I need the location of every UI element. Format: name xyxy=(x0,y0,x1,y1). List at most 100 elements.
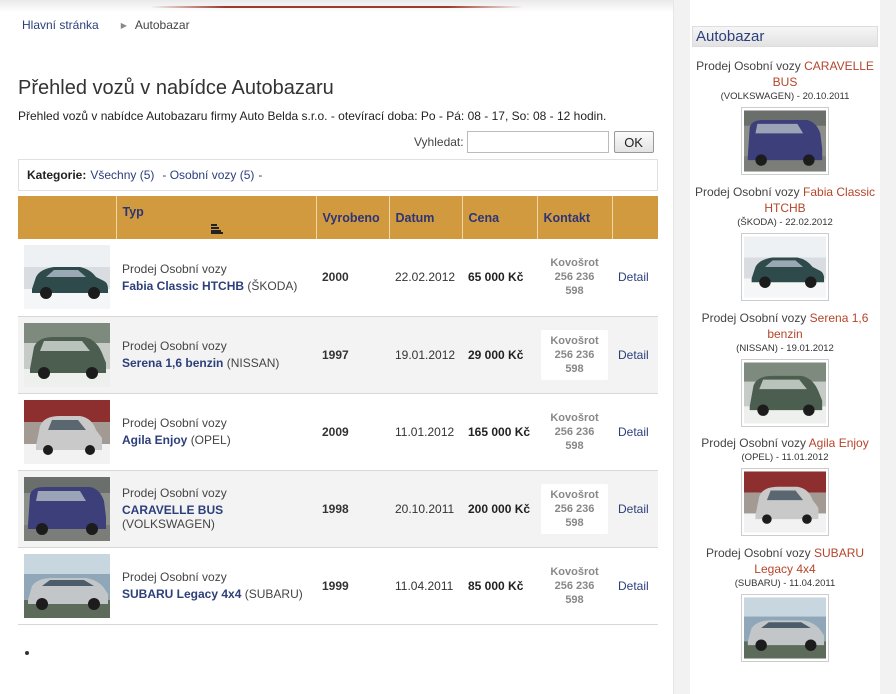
breadcrumb-home-link[interactable]: Hlavní stránka xyxy=(22,18,99,32)
row-year: 2009 xyxy=(322,424,349,439)
row-contact-name: Kovošrot xyxy=(550,411,599,424)
list-bullet xyxy=(25,651,29,655)
row-detail-link[interactable]: Detail xyxy=(618,270,649,284)
sidebar-item-meta: (OPEL) - 11.01.2012 xyxy=(741,452,829,463)
car-photo-subaru[interactable] xyxy=(24,554,110,618)
cars-table: Typ Vyrobeno Datum Cena Kontakt Prodej O… xyxy=(18,196,658,625)
sidebar-photo-fabia[interactable] xyxy=(741,233,829,301)
row-car-brand: (NISSAN) xyxy=(226,356,280,370)
row-type-prefix: Prodej Osobní vozy xyxy=(122,416,227,430)
sidebar-item: Prodej Osobní vozy Fabia Classic HTCHB (… xyxy=(690,184,880,301)
car-photo-fabia[interactable] xyxy=(24,245,110,309)
table-row: Prodej Osobní vozy CARAVELLE BUS (VOLKSWA… xyxy=(18,470,658,547)
row-date: 11.04.2011 xyxy=(395,578,454,593)
sort-icon[interactable] xyxy=(210,224,223,234)
row-price: 85 000 Kč xyxy=(468,578,524,593)
sidebar-item: Prodej Osobní vozy Agila Enjoy (OPEL) - … xyxy=(690,435,880,536)
row-contact-phone: 256 236 598 xyxy=(554,579,595,606)
row-contact: Kovošrot 256 236 598 xyxy=(541,483,608,534)
row-car-brand: (SUBARU) xyxy=(244,587,303,601)
row-car-brand: (OPEL) xyxy=(190,433,231,447)
row-car-name-link[interactable]: Agila Enjoy xyxy=(122,433,187,447)
category-dash: - xyxy=(258,168,263,182)
row-year: 1997 xyxy=(322,347,349,362)
row-car-name-link[interactable]: CARAVELLE BUS xyxy=(122,503,223,517)
row-type-prefix: Prodej Osobní vozy xyxy=(122,339,227,353)
row-year: 1999 xyxy=(322,578,349,593)
row-date: 19.01.2012 xyxy=(395,347,456,362)
row-year: 2000 xyxy=(322,270,349,285)
category-all-link[interactable]: Všechny (5) xyxy=(90,168,154,182)
row-car-brand: (ŠKODA) xyxy=(247,278,298,293)
col-detail-header xyxy=(612,196,658,239)
main-content: Hlavní stránka ▶ Autobazar Přehled vozů … xyxy=(0,0,673,694)
row-car-name-link[interactable]: SUBARU Legacy 4x4 xyxy=(122,587,241,601)
row-detail-link[interactable]: Detail xyxy=(618,425,649,439)
row-date: 22.02.2012 xyxy=(395,270,456,285)
col-contact-header[interactable]: Kontakt xyxy=(537,196,613,239)
category-personal-link[interactable]: - Osobní vozy (5) xyxy=(162,168,254,182)
breadcrumb: Hlavní stránka ▶ Autobazar xyxy=(22,18,190,32)
sidebar-item-meta: (NISSAN) - 19.01.2012 xyxy=(736,343,834,354)
row-detail-link[interactable]: Detail xyxy=(618,348,649,362)
sidebar-item-prefix: Prodej Osobní vozy xyxy=(694,185,800,199)
breadcrumb-current: Autobazar xyxy=(134,18,190,32)
col-typ-label: Typ xyxy=(122,205,144,219)
row-price: 200 000 Kč xyxy=(468,501,531,516)
sidebar-title: Autobazar xyxy=(692,26,878,47)
row-year: 1998 xyxy=(322,501,349,516)
row-contact: Kovošrot 256 236 598 xyxy=(541,252,608,302)
top-decoration xyxy=(0,0,673,12)
breadcrumb-arrow-icon: ▶ xyxy=(120,20,127,30)
sidebar-item-prefix: Prodej Osobní vozy xyxy=(701,311,807,325)
search-ok-button[interactable]: OK xyxy=(613,131,654,153)
sidebar-photo-serena[interactable] xyxy=(741,359,829,427)
col-year-header[interactable]: Vyrobeno xyxy=(316,196,390,239)
row-price: 65 000 Kč xyxy=(468,270,524,285)
category-filter: Kategorie: Všechny (5) - Osobní vozy (5)… xyxy=(18,159,658,191)
car-photo-agila[interactable] xyxy=(24,400,110,464)
row-contact-name: Kovošrot xyxy=(550,488,599,501)
row-detail-link[interactable]: Detail xyxy=(618,502,649,516)
row-date: 11.01.2012 xyxy=(395,424,455,439)
col-date-header[interactable]: Datum xyxy=(389,196,463,239)
col-typ-header[interactable]: Typ xyxy=(116,196,317,239)
row-car-brand: (VOLKSWAGEN) xyxy=(122,517,215,531)
col-price-header[interactable]: Cena xyxy=(462,196,538,239)
row-contact: Kovošrot 256 236 598 xyxy=(541,561,608,611)
row-contact-name: Kovošrot xyxy=(550,257,599,270)
row-type-prefix: Prodej Osobní vozy xyxy=(122,486,227,500)
table-row: Prodej Osobní vozy Serena 1,6 benzin (NIS… xyxy=(18,316,658,393)
sidebar-photo-caravelle[interactable] xyxy=(741,107,829,175)
sidebar-photo-agila[interactable] xyxy=(741,468,829,536)
table-row: Prodej Osobní vozy Fabia Classic HTCHB (Š… xyxy=(18,239,658,316)
search-input[interactable] xyxy=(466,131,609,153)
car-photo-serena[interactable] xyxy=(24,323,110,387)
col-image xyxy=(18,196,117,239)
sidebar-item-meta: (SUBARU) - 11.04.2011 xyxy=(734,578,836,589)
row-date: 20.10.2011 xyxy=(395,501,455,516)
sidebar-item: Prodej Osobní vozy Serena 1,6 benzin (NI… xyxy=(690,310,880,427)
sidebar-item: Prodej Osobní vozy SUBARU Legacy 4x4 (SU… xyxy=(690,545,880,662)
row-car-name-link[interactable]: Fabia Classic HTCHB xyxy=(122,279,244,293)
row-price: 165 000 Kč xyxy=(468,424,531,439)
row-contact-phone: 256 236 598 xyxy=(554,425,595,452)
sidebar-item-meta: (VOLKSWAGEN) - 20.10.2011 xyxy=(720,91,850,102)
table-header-row: Typ Vyrobeno Datum Cena Kontakt xyxy=(18,196,658,239)
sidebar-item-prefix: Prodej Osobní vozy xyxy=(701,436,806,450)
row-type-prefix: Prodej Osobní vozy xyxy=(122,261,227,276)
row-contact-phone: 256 236 598 xyxy=(554,502,595,529)
row-contact-phone: 256 236 598 xyxy=(554,348,595,375)
row-contact: Kovošrot 256 236 598 xyxy=(541,329,608,380)
page-title: Přehled vozů v nabídce Autobazaru xyxy=(18,77,334,99)
sidebar-item: Prodej Osobní vozy CARAVELLE BUS (VOLKSW… xyxy=(690,58,880,175)
search-form: Vyhledat: OK xyxy=(414,131,654,153)
sidebar-photo-subaru[interactable] xyxy=(741,594,829,662)
row-type-prefix: Prodej Osobní vozy xyxy=(122,570,227,584)
row-detail-link[interactable]: Detail xyxy=(618,579,649,593)
row-contact-name: Kovošrot xyxy=(550,334,599,347)
row-car-name-link[interactable]: Serena 1,6 benzin xyxy=(122,356,223,370)
car-photo-caravelle[interactable] xyxy=(24,477,110,541)
sidebar-item-link[interactable]: Agila Enjoy xyxy=(809,436,869,450)
page-intro: Přehled vozů v nabídce Autobazaru firmy … xyxy=(18,109,607,123)
